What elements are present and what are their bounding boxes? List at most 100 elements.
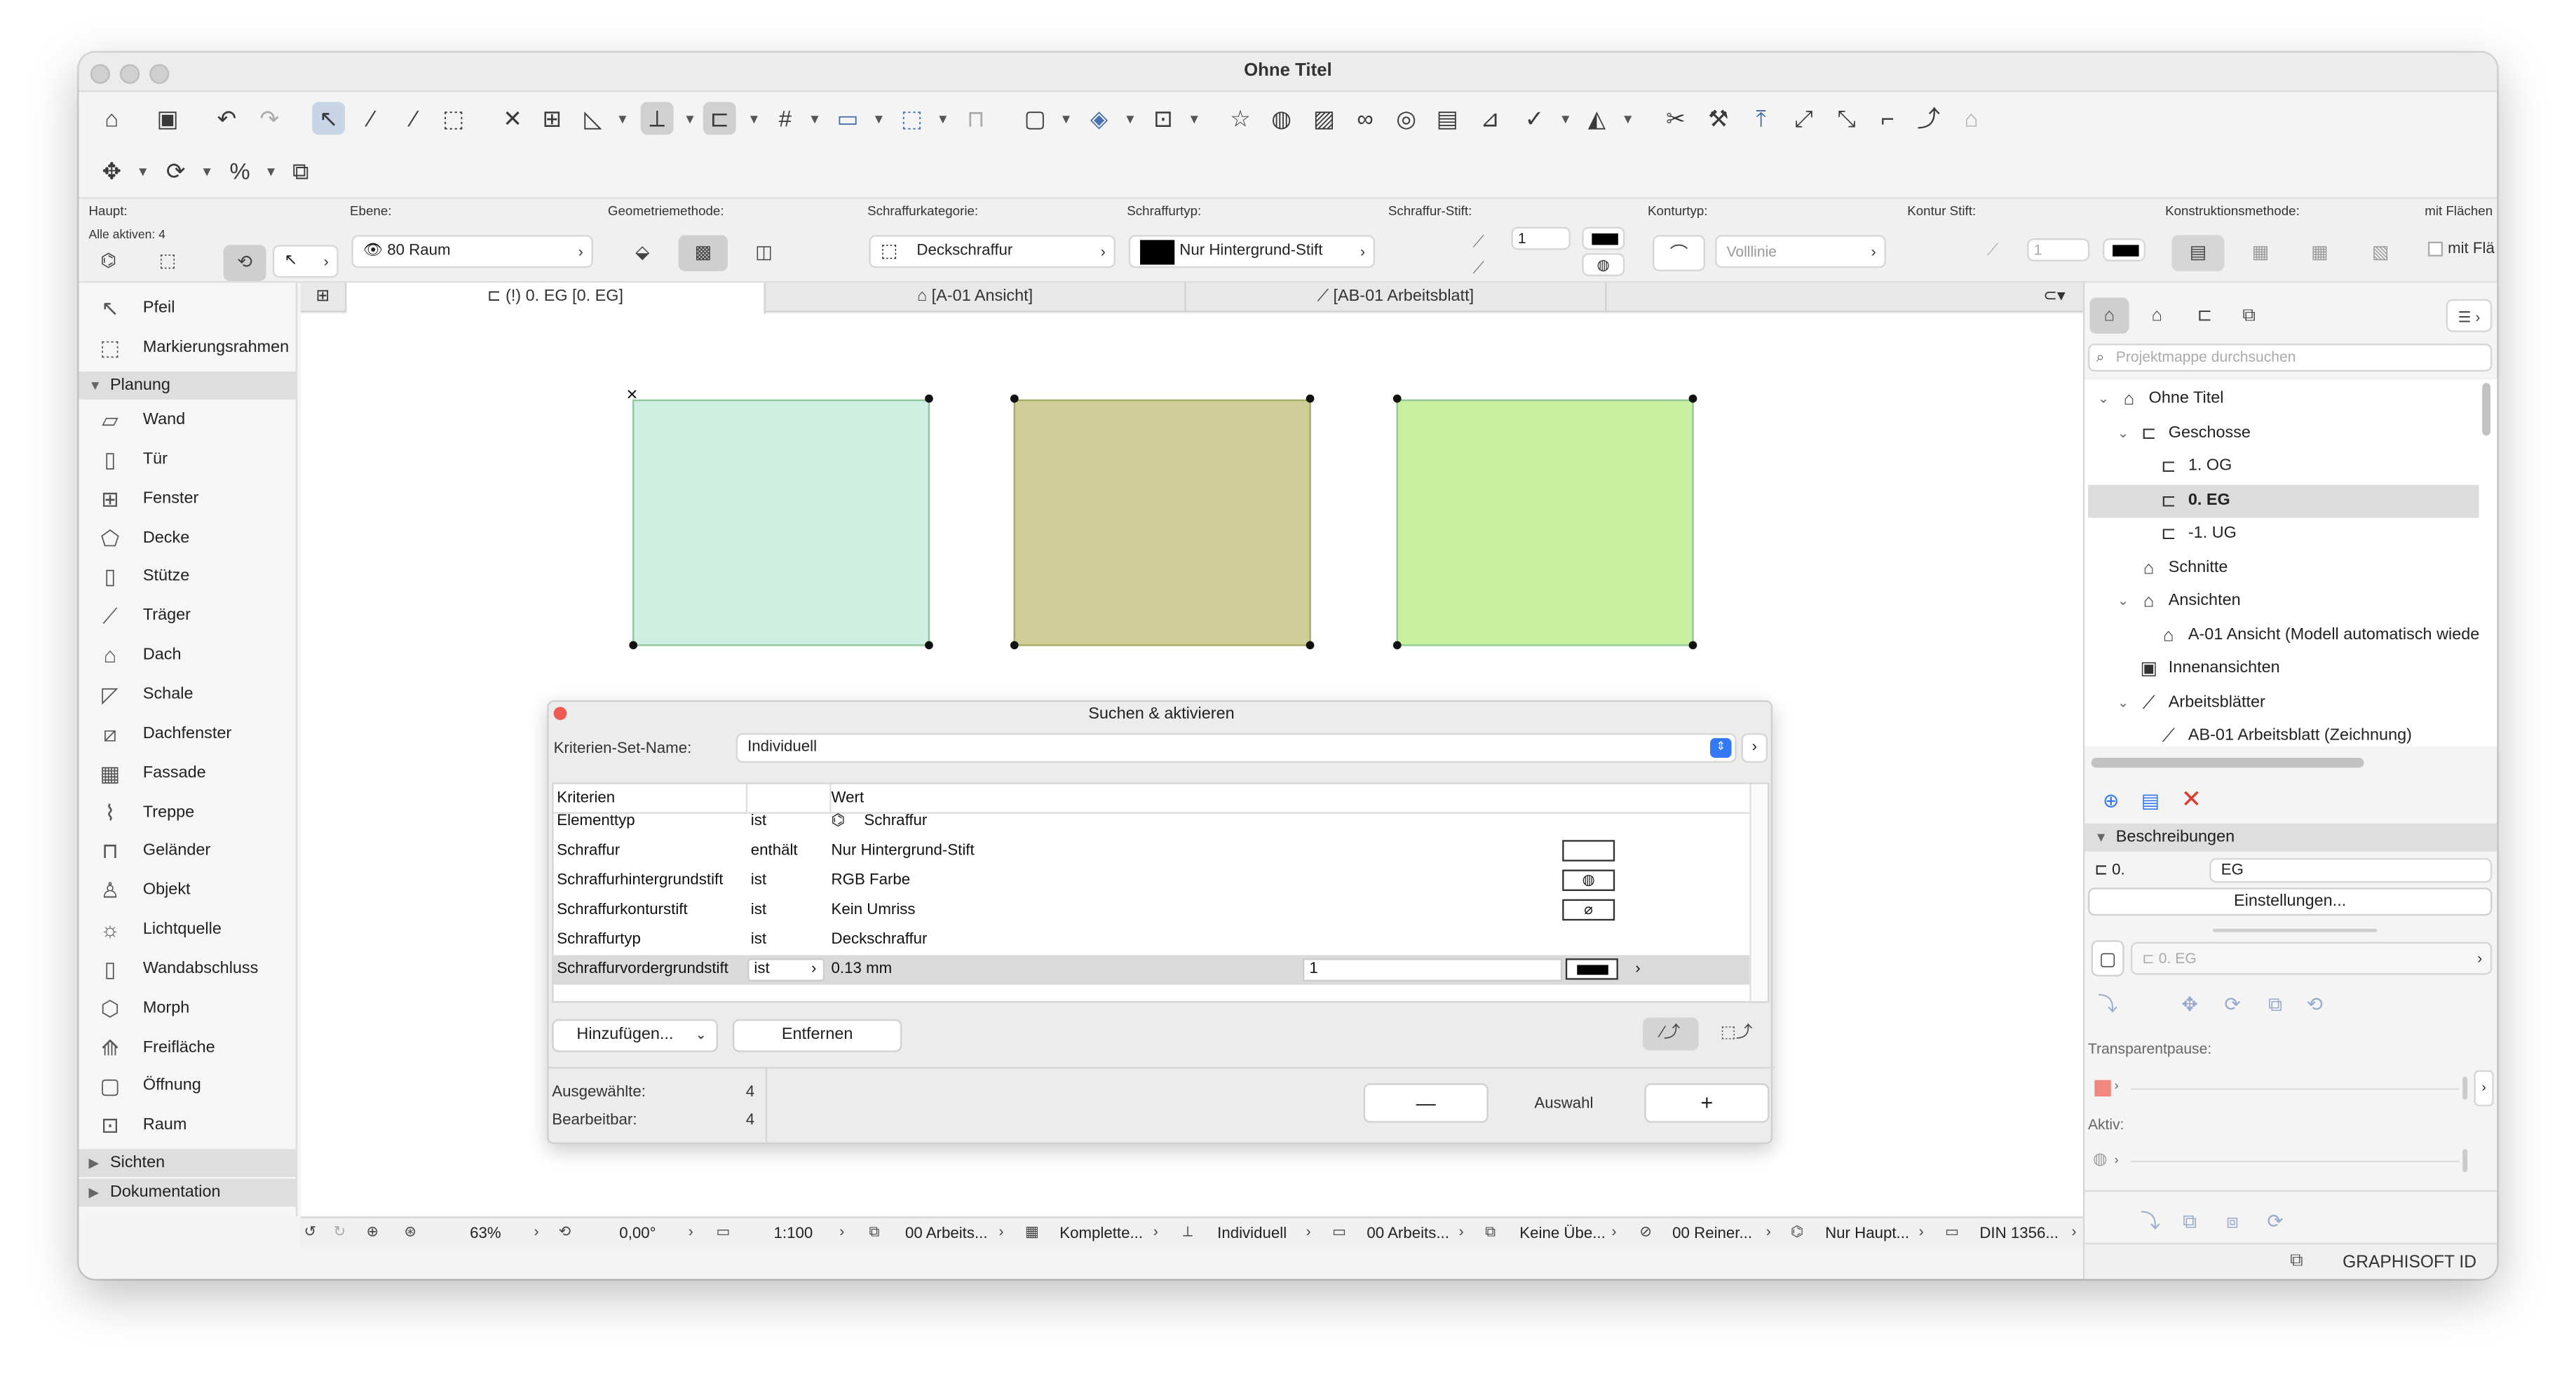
polygon-method-button[interactable]: ⬙ xyxy=(618,235,667,271)
nav-item[interactable]: ⌂ A-01 Ansicht (Modell automatisch wiede xyxy=(2088,619,2479,652)
window-stack-icon[interactable]: ⧉ xyxy=(2290,1251,2303,1272)
construction-method-1[interactable]: ▤ xyxy=(2171,235,2225,271)
view-tool-icon-5[interactable]: ⟲ xyxy=(2298,988,2331,1021)
view-map-icon[interactable]: ⌂ xyxy=(2137,297,2176,334)
zoom-previous-icon[interactable]: ↺ xyxy=(304,1223,316,1241)
picture-icon[interactable]: ▨ xyxy=(1308,102,1341,135)
chevron-down-icon[interactable]: ⌄ xyxy=(2098,383,2109,416)
pen-swatch[interactable] xyxy=(1562,840,1615,862)
deselect-button[interactable]: — xyxy=(1363,1083,1489,1123)
descriptions-header[interactable]: ▼ Beschreibungen xyxy=(2084,823,2497,852)
selection-handle[interactable] xyxy=(925,394,933,403)
graphic-override-value[interactable]: 00 Arbeits... xyxy=(1367,1223,1449,1244)
tab-worksheet[interactable]: ⟋ [AB-01 Arbeitsblatt] xyxy=(1186,283,1607,313)
pointer-select-icon[interactable]: ↖ xyxy=(312,102,346,135)
rotation-value[interactable]: 0,00° xyxy=(619,1223,656,1244)
star-icon[interactable]: ☆ xyxy=(1224,102,1257,135)
tool-wall-end[interactable]: ▯ Wandabschluss xyxy=(79,951,297,988)
add-icon[interactable]: ⊕ xyxy=(2094,784,2127,817)
group-planung[interactable]: ▼ Planung xyxy=(79,371,298,400)
chevron-down-icon[interactable]: ▼ xyxy=(747,111,761,126)
group-sichten[interactable]: ▶ Sichten xyxy=(79,1149,298,1178)
rgb-color-swatch[interactable]: ◍ xyxy=(1582,253,1625,276)
criteria-row[interactable]: Schraffurtyp ist Deckschraffur xyxy=(554,925,1750,955)
pick-parameters-button[interactable]: ⁄⤴ xyxy=(1643,1017,1699,1051)
mit-flaechen-checkbox[interactable] xyxy=(2427,241,2443,257)
model-view-value[interactable]: Komplette... xyxy=(1059,1223,1143,1244)
tool-marquee[interactable]: ⬚ Markierungsrahmen xyxy=(79,330,297,367)
tool-railing[interactable]: ⊓ Geländer xyxy=(79,834,297,871)
zoom-in-icon[interactable]: ⊕ xyxy=(366,1223,379,1241)
criteria-set-select[interactable]: Individuell ⇕ xyxy=(735,733,1737,763)
globe-icon[interactable]: ◎ xyxy=(1390,102,1423,135)
trace-slider-knob[interactable] xyxy=(2462,1076,2468,1100)
corner-icon[interactable]: ⌐ xyxy=(1871,102,1904,135)
palette-icon[interactable]: ◍ xyxy=(1265,102,1298,135)
operator-select[interactable]: ist › xyxy=(747,958,825,981)
chevron-down-icon[interactable]: ▼ xyxy=(616,111,630,126)
chevron-down-icon[interactable]: ▼ xyxy=(1124,111,1137,126)
chevron-down-icon[interactable]: ▼ xyxy=(264,165,278,179)
selection-handle[interactable] xyxy=(629,641,638,650)
rotate-icon[interactable]: ⟳ xyxy=(159,154,192,187)
nav-item[interactable]: ⟋ AB-01 Arbeitsblatt (Zeichnung) xyxy=(2088,720,2479,753)
trace-tool-icon-3[interactable]: ⧈ xyxy=(2216,1205,2249,1238)
nav-item[interactable]: ⌄ ⟋ Arbeitsblätter xyxy=(2088,686,2479,719)
chevron-down-icon[interactable]: ▼ xyxy=(872,111,886,126)
scale-value[interactable]: 1:100 xyxy=(774,1223,813,1244)
redo-icon[interactable]: ↷ xyxy=(253,102,286,135)
lock-icon[interactable]: ⊓ xyxy=(959,102,992,135)
fit-window-icon[interactable]: ⊛ xyxy=(404,1223,416,1241)
criteria-row[interactable]: Schraffurkonturstift ist Kein Umriss ⌀ xyxy=(554,896,1750,925)
roof-tool-icon[interactable]: ⌂ xyxy=(1955,102,1988,135)
plane-icon[interactable]: ▭ xyxy=(832,102,865,135)
link-icon[interactable]: ∞ xyxy=(1349,102,1382,135)
organizer-icon[interactable]: ⊡ xyxy=(1146,102,1179,135)
grid-icon[interactable]: # xyxy=(769,102,802,135)
percent-icon[interactable]: % xyxy=(224,154,257,187)
tool-opening[interactable]: ▢ Öffnung xyxy=(79,1069,297,1106)
tool-arrow[interactable]: ↖ Pfeil xyxy=(79,291,297,327)
view-tool-icon-1[interactable]: ⤵ xyxy=(2092,988,2124,1021)
resize-icon[interactable]: ⤢ xyxy=(1787,102,1820,135)
chevron-down-icon[interactable]: ▼ xyxy=(201,165,214,179)
angle-icon[interactable]: ◺ xyxy=(576,102,609,135)
move-icon[interactable]: ✥ xyxy=(95,154,128,187)
construction-method-4[interactable]: ▧ xyxy=(2354,235,2407,271)
selection-handle[interactable] xyxy=(1688,641,1697,650)
marquee-select-icon[interactable]: ⬚ xyxy=(151,245,184,278)
guide-line-icon[interactable]: ⟂ xyxy=(640,102,674,135)
criteria-row[interactable]: Elementtyp ist ⌬ Schraffur xyxy=(554,807,1750,836)
marquee-parameters-button[interactable]: ⬚⤴ xyxy=(1709,1018,1765,1051)
syringe-icon[interactable]: ⁄ xyxy=(398,102,431,135)
elevate-icon[interactable]: ⤒ xyxy=(1744,102,1777,135)
tool-door[interactable]: ▯ Tür xyxy=(79,442,297,478)
layer-field[interactable]: 👁 80 Raum › xyxy=(351,235,593,268)
tool-zone[interactable]: ⊡ Raum xyxy=(79,1108,297,1145)
hatch-pen-field[interactable]: 1 xyxy=(1511,226,1571,250)
tag-icon[interactable]: ⊿ xyxy=(1474,102,1507,135)
undo-icon[interactable]: ↶ xyxy=(210,102,243,135)
construction-method-2[interactable]: ▦ xyxy=(2234,235,2286,271)
contour-icon-button[interactable]: ⌒ xyxy=(1653,235,1706,271)
rgb-color-icon[interactable]: ◍ xyxy=(1562,869,1615,891)
layout-icon[interactable]: ▢ xyxy=(1019,102,1052,135)
zoom-next-icon[interactable]: ↻ xyxy=(334,1223,346,1241)
tool-slab[interactable]: ⬠ Decke xyxy=(79,520,297,557)
graphisoft-id[interactable]: GRAPHISOFT ID xyxy=(2343,1253,2476,1272)
view-settings-icon[interactable]: ▢ xyxy=(2091,940,2124,977)
magic-wand-icon[interactable]: ⬚ xyxy=(437,102,470,135)
dimension-value[interactable]: DIN 1356... xyxy=(1979,1223,2059,1244)
structure-value[interactable]: 00 Reiner... xyxy=(1672,1223,1752,1244)
einstellungen-button[interactable]: Einstellungen... xyxy=(2087,887,2493,916)
tool-lamp[interactable]: ☼ Lichtquelle xyxy=(79,913,297,949)
group-dokumentation[interactable]: ▶ Dokumentation xyxy=(79,1178,298,1207)
view-tool-icon-3[interactable]: ⟳ xyxy=(2216,988,2249,1021)
arrow-tool-field[interactable]: ↖ › xyxy=(272,245,339,278)
active-slider[interactable] xyxy=(2130,1160,2460,1162)
clone-icon[interactable]: ▤ xyxy=(2134,784,2167,817)
hatch-element-icon[interactable]: ⌬ xyxy=(92,245,125,278)
criteria-row[interactable]: Schraffurhintergrundstift ist RGB Farbe ◍ xyxy=(554,866,1750,896)
active-color-icon[interactable]: ◍ xyxy=(2093,1151,2107,1169)
criteria-row[interactable]: Schraffur enthält Nur Hintergrund-Stift xyxy=(554,837,1750,866)
